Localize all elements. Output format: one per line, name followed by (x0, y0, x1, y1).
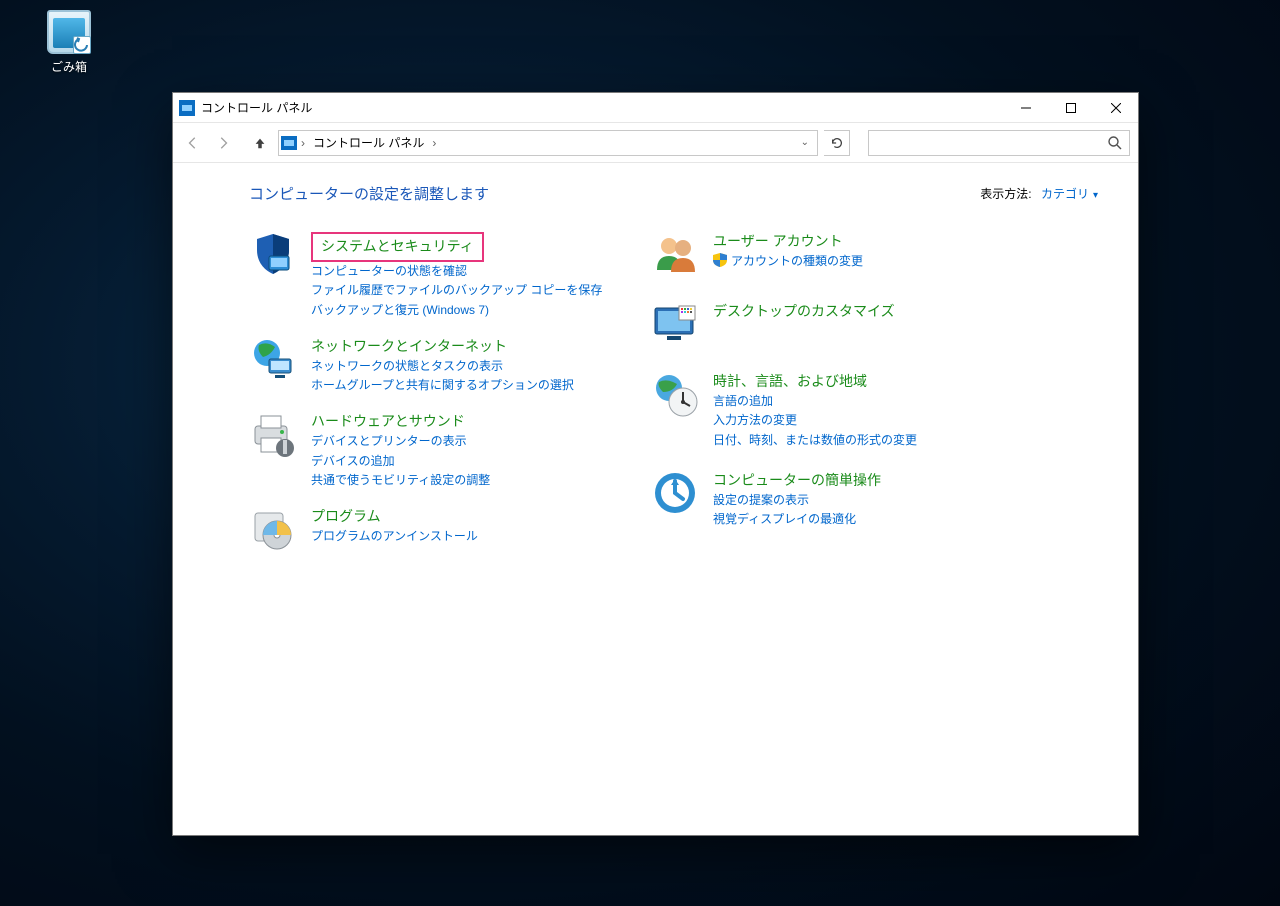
link-backup-restore-win7[interactable]: バックアップと復元 (Windows 7) (311, 301, 602, 321)
search-input[interactable] (875, 135, 1107, 151)
link-check-computer-status[interactable]: コンピューターの状態を確認 (311, 262, 602, 282)
chevron-right-icon[interactable]: › (299, 136, 307, 150)
category-title-clock-region[interactable]: 時計、言語、および地域 (713, 372, 917, 392)
ease-of-access-icon (651, 469, 699, 517)
clock-globe-icon (651, 370, 699, 418)
link-file-history-backup[interactable]: ファイル履歴でファイルのバックアップ コピーを保存 (311, 281, 602, 301)
view-by-dropdown[interactable]: カテゴリ▾ (1041, 187, 1098, 201)
address-dropdown-icon[interactable]: ⌄ (795, 137, 815, 148)
appearance-monitor-icon (651, 300, 699, 348)
navigation-bar: › コントロール パネル › ⌄ (173, 123, 1138, 163)
link-optimize-visual-display[interactable]: 視覚ディスプレイの最適化 (713, 510, 881, 530)
search-icon[interactable] (1107, 135, 1123, 151)
recycle-bin[interactable]: ごみ箱 (32, 10, 106, 75)
category-hardware-sound: ハードウェアとサウンド デバイスとプリンターの表示 デバイスの追加 共通で使うモ… (249, 410, 649, 491)
address-bar[interactable]: › コントロール パネル › ⌄ (278, 130, 818, 156)
printer-hardware-icon (249, 410, 297, 458)
nav-forward-button[interactable] (211, 131, 235, 155)
user-accounts-icon (651, 230, 699, 278)
shield-monitor-icon (249, 230, 297, 278)
view-by: 表示方法: カテゴリ▾ (980, 185, 1098, 202)
chevron-right-icon[interactable]: › (430, 136, 438, 150)
control-panel-icon (179, 100, 195, 116)
nav-up-button[interactable] (248, 131, 272, 155)
minimize-button[interactable] (1003, 93, 1048, 122)
link-add-device[interactable]: デバイスの追加 (311, 452, 490, 472)
category-title-hardware[interactable]: ハードウェアとサウンド (311, 412, 490, 432)
link-mobility-settings[interactable]: 共通で使うモビリティ設定の調整 (311, 471, 490, 491)
link-change-account-type[interactable]: アカウントの種類の変更 (713, 252, 863, 272)
content-area: コンピューターの設定を調整します 表示方法: カテゴリ▾ システムとセキュリティ (173, 163, 1138, 835)
category-title-ease-of-access[interactable]: コンピューターの簡単操作 (713, 471, 881, 491)
link-date-time-number-format[interactable]: 日付、時刻、または数値の形式の変更 (713, 431, 917, 451)
link-network-status[interactable]: ネットワークの状態とタスクの表示 (311, 357, 574, 377)
recycle-bin-icon (47, 10, 91, 54)
recycle-bin-label: ごみ箱 (32, 58, 106, 75)
link-change-input-method[interactable]: 入力方法の変更 (713, 411, 917, 431)
category-user-accounts: ユーザー アカウント アカウントの種類の変更 (651, 230, 1011, 278)
breadcrumb-root[interactable]: コントロール パネル (309, 132, 428, 153)
link-add-language[interactable]: 言語の追加 (713, 392, 917, 412)
link-settings-suggestions[interactable]: 設定の提案の表示 (713, 491, 881, 511)
category-title-programs[interactable]: プログラム (311, 507, 478, 527)
link-devices-printers[interactable]: デバイスとプリンターの表示 (311, 432, 490, 452)
link-uninstall-program[interactable]: プログラムのアンインストール (311, 527, 478, 547)
category-title-system-security[interactable]: システムとセキュリティ (311, 232, 484, 262)
network-globe-icon (249, 335, 297, 383)
window-title: コントロール パネル (201, 99, 312, 116)
titlebar: コントロール パネル (173, 93, 1138, 123)
category-ease-of-access: コンピューターの簡単操作 設定の提案の表示 視覚ディスプレイの最適化 (651, 469, 1011, 530)
category-clock-language-region: 時計、言語、および地域 言語の追加 入力方法の変更 日付、時刻、または数値の形式… (651, 370, 1011, 451)
view-by-label: 表示方法: (980, 187, 1031, 201)
category-title-appearance[interactable]: デスクトップのカスタマイズ (713, 302, 895, 322)
close-button[interactable] (1093, 93, 1138, 122)
adjust-settings-heading: コンピューターの設定を調整します (249, 183, 489, 204)
maximize-button[interactable] (1048, 93, 1093, 122)
uac-shield-icon (713, 253, 727, 267)
category-system-security: システムとセキュリティ コンピューターの状態を確認 ファイル履歴でファイルのバッ… (249, 230, 649, 321)
programs-disc-icon (249, 505, 297, 553)
category-appearance: デスクトップのカスタマイズ (651, 300, 1011, 348)
category-programs: プログラム プログラムのアンインストール (249, 505, 649, 553)
search-box[interactable] (868, 130, 1130, 156)
category-network-internet: ネットワークとインターネット ネットワークの状態とタスクの表示 ホームグループと… (249, 335, 649, 396)
category-title-network[interactable]: ネットワークとインターネット (311, 337, 574, 357)
category-title-user-accounts[interactable]: ユーザー アカウント (713, 232, 863, 252)
refresh-button[interactable] (824, 130, 850, 156)
nav-back-button[interactable] (181, 131, 205, 155)
link-homegroup-sharing[interactable]: ホームグループと共有に関するオプションの選択 (311, 376, 574, 396)
control-panel-window: コントロール パネル › コントロール パネル › ⌄ (172, 92, 1139, 836)
address-icon (281, 136, 297, 150)
